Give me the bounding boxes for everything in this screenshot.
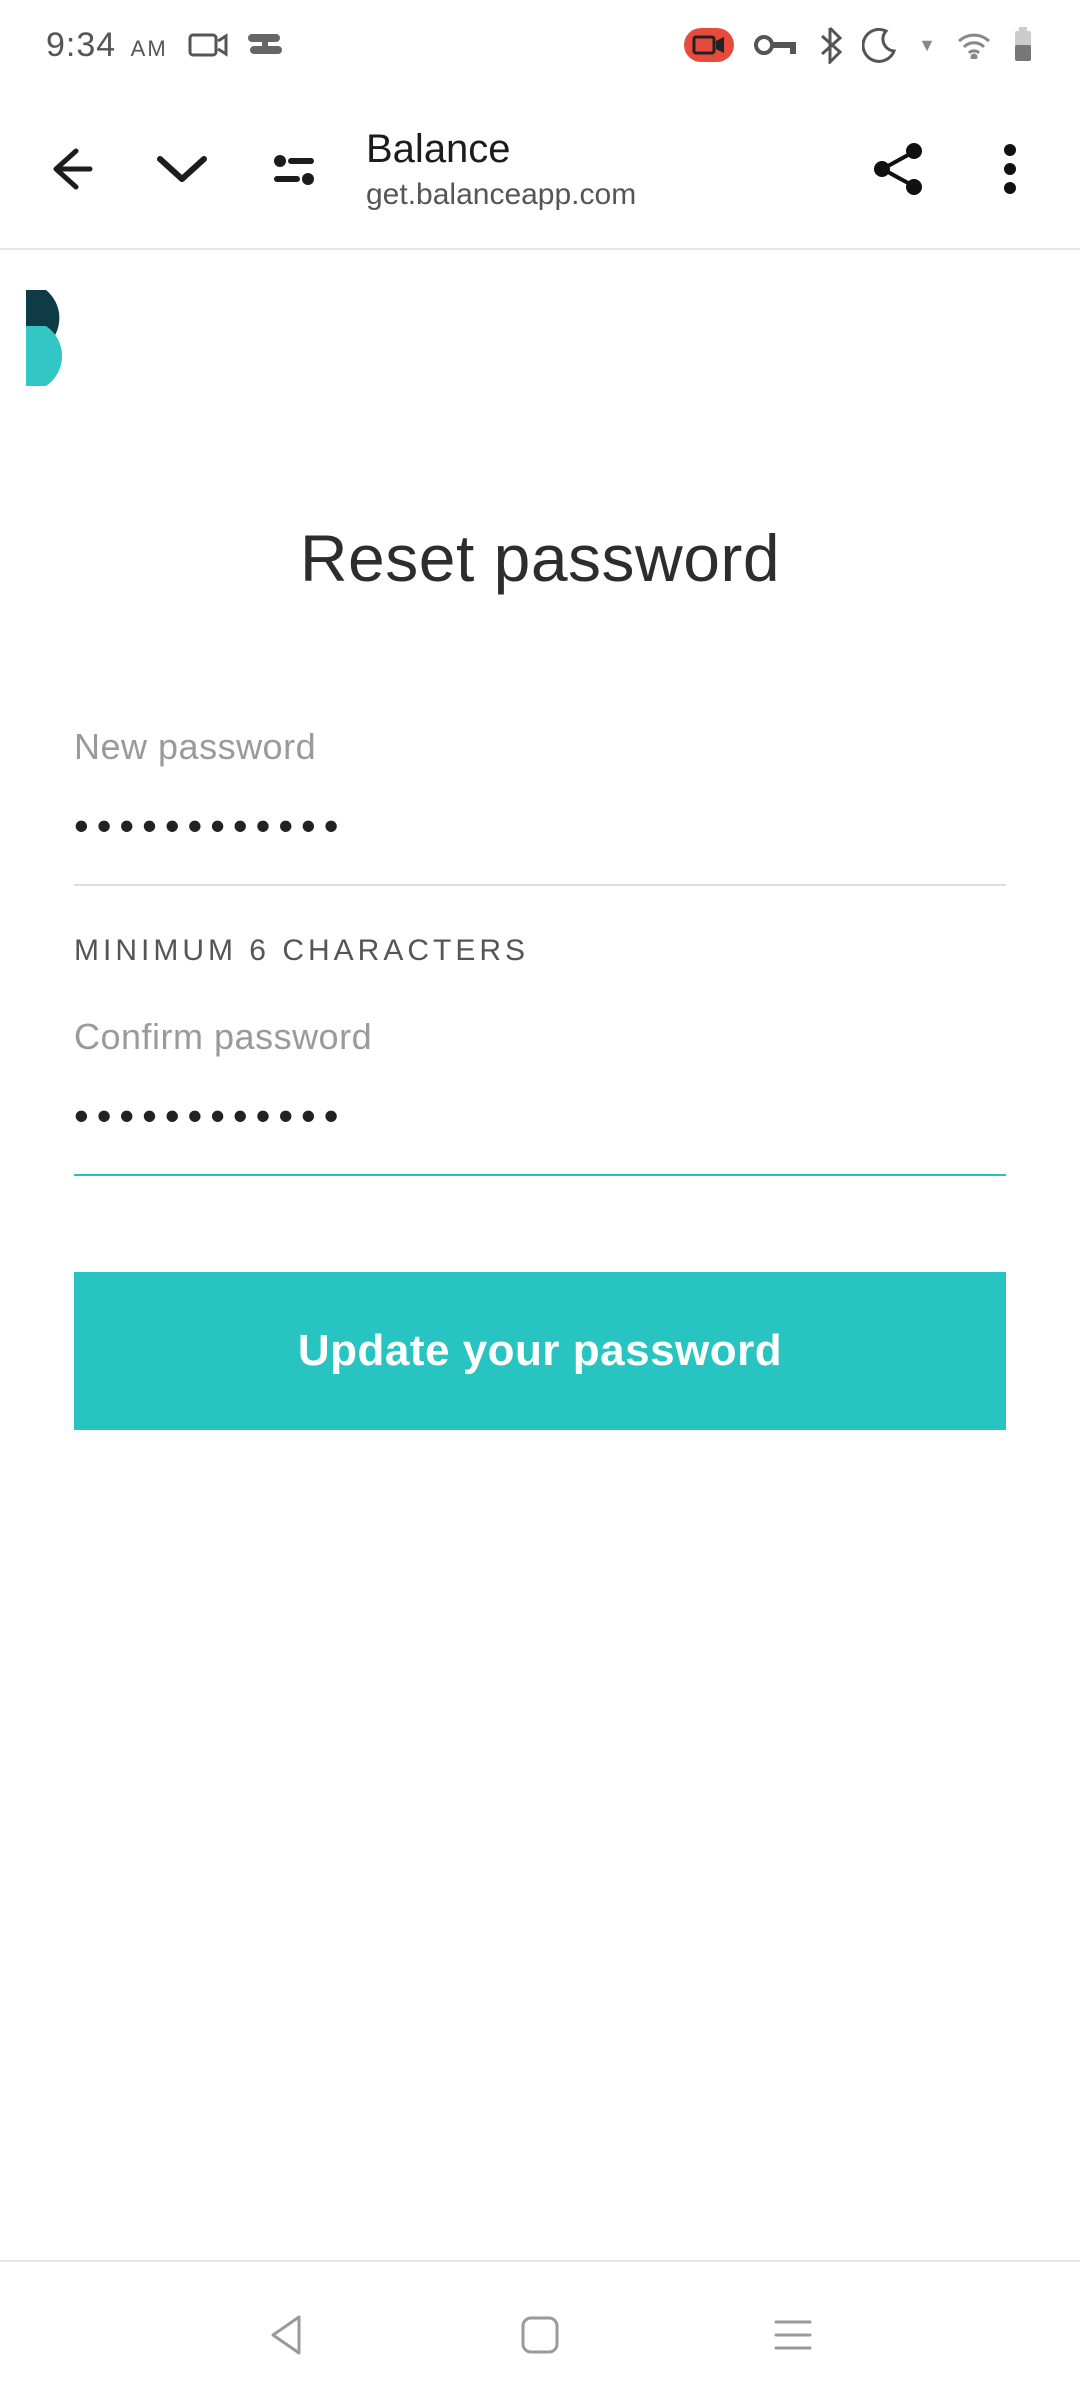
nav-home-button[interactable] <box>510 2305 570 2365</box>
vpn-key-icon <box>754 33 798 57</box>
signal-dropdown-icon: ▼ <box>918 35 936 56</box>
page-title: Balance <box>366 127 826 172</box>
browser-appbar: Balance get.balanceapp.com <box>0 90 1080 250</box>
more-button[interactable] <box>970 129 1050 209</box>
android-status-bar: 9:34 AM <box>0 0 1080 90</box>
confirm-password-input[interactable] <box>74 1086 1006 1176</box>
page-url: get.balanceapp.com <box>366 178 826 212</box>
page-heading: Reset password <box>32 520 1048 596</box>
nav-back-button[interactable] <box>257 2305 317 2365</box>
android-navbar <box>0 2270 1080 2400</box>
status-bar-left: 9:34 AM <box>46 26 282 65</box>
status-time-ampm: AM <box>131 36 168 61</box>
new-password-input[interactable] <box>74 796 1006 886</box>
share-button[interactable] <box>858 129 938 209</box>
bottom-separator <box>0 2260 1080 2262</box>
screen-record-icon <box>684 28 734 62</box>
status-time: 9:34 AM <box>46 26 168 65</box>
do-not-disturb-icon <box>862 27 898 63</box>
status-time-value: 9:34 <box>46 26 116 64</box>
settings-sliders-icon[interactable] <box>254 129 334 209</box>
status-bar-right: ▼ <box>684 26 1034 64</box>
bluetooth-icon <box>818 26 842 64</box>
update-password-button[interactable]: Update your password <box>74 1272 1006 1430</box>
address-title-block[interactable]: Balance get.balanceapp.com <box>366 127 826 212</box>
nav-recent-button[interactable] <box>763 2305 823 2365</box>
camera-icon <box>188 31 228 59</box>
page-content: Reset password New password MINIMUM 6 CH… <box>0 250 1080 1430</box>
wifi-icon <box>956 31 992 59</box>
confirm-password-label: Confirm password <box>74 1016 1006 1058</box>
cast-icon <box>248 30 282 60</box>
balance-logo <box>26 290 96 390</box>
back-button[interactable] <box>30 129 110 209</box>
reset-password-form: New password MINIMUM 6 CHARACTERS Confir… <box>32 726 1048 1430</box>
expand-button[interactable] <box>142 129 222 209</box>
password-hint: MINIMUM 6 CHARACTERS <box>74 934 1006 968</box>
new-password-label: New password <box>74 726 1006 768</box>
battery-icon <box>1012 27 1034 63</box>
